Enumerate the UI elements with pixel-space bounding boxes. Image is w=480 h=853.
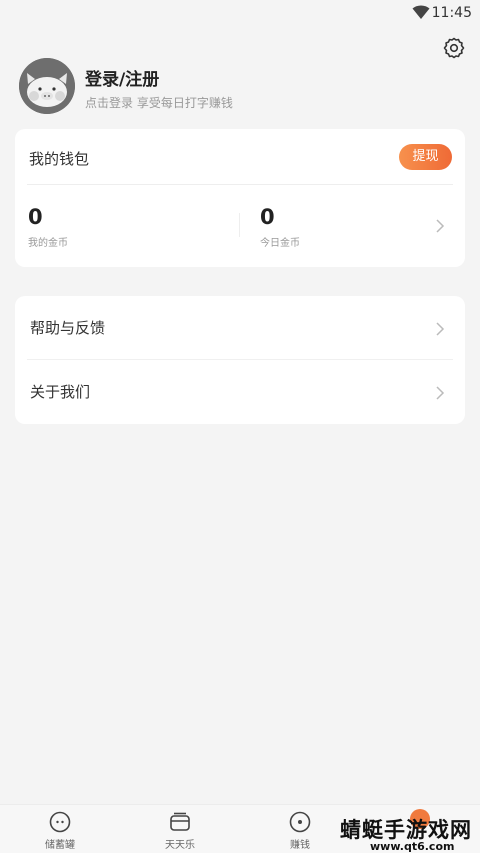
menu-item-label: 关于我们 xyxy=(30,383,91,401)
my-coins-label: 我的金币 xyxy=(28,238,68,249)
wifi-icon xyxy=(412,5,430,19)
menu-item-label: 帮助与反馈 xyxy=(30,319,106,337)
nav-label: 天天乐 xyxy=(165,840,195,851)
status-bar: 11:45 xyxy=(0,0,480,26)
today-coins-label: 今日金币 xyxy=(260,238,300,249)
gear-icon[interactable] xyxy=(442,36,466,60)
withdraw-button[interactable]: 提现 xyxy=(399,144,452,170)
chevron-right-icon xyxy=(436,322,445,336)
wallet-card: 我的钱包 提现 0 我的金币 0 今日金币 xyxy=(15,129,465,267)
nav-label: 赚钱 xyxy=(290,840,310,851)
watermark-url: www.qt6.com xyxy=(370,840,455,853)
pig-avatar-image xyxy=(19,58,75,114)
piggy-bank-icon xyxy=(49,811,71,833)
menu-item-help-feedback[interactable]: 帮助与反馈 xyxy=(15,296,465,360)
nav-item-piggy-bank[interactable]: 储蓄罐 xyxy=(20,805,100,853)
coin-circle-icon xyxy=(289,811,311,833)
login-title[interactable]: 登录/注册 xyxy=(85,65,159,90)
status-time: 11:45 xyxy=(431,5,472,21)
nav-label: 储蓄罐 xyxy=(45,840,75,851)
my-coins-value: 0 xyxy=(28,205,43,229)
card-icon xyxy=(170,812,190,831)
pig-avatar[interactable] xyxy=(19,58,75,114)
login-profile[interactable]: 登录/注册 点击登录 享受每日打字赚钱 xyxy=(19,58,319,116)
wallet-title: 我的钱包 xyxy=(29,150,90,168)
today-coins-stat[interactable]: 0 今日金币 xyxy=(260,205,300,249)
menu-card: 帮助与反馈 关于我们 xyxy=(15,296,465,424)
menu-item-about-us[interactable]: 关于我们 xyxy=(15,360,465,424)
screen: 11:45 登录/注册 点击登录 享受每日打字赚钱 我的钱包 提现 0 我的金币… xyxy=(0,0,480,853)
divider xyxy=(27,184,453,185)
login-subtitle: 点击登录 享受每日打字赚钱 xyxy=(85,96,233,110)
watermark: 蜻蜓手游戏网 www.qt6.com xyxy=(338,814,478,853)
nav-item-earn[interactable]: 赚钱 xyxy=(260,805,340,853)
today-coins-value: 0 xyxy=(260,205,275,229)
chevron-right-icon xyxy=(436,386,445,400)
divider xyxy=(239,213,240,237)
nav-item-tiantianle[interactable]: 天天乐 xyxy=(140,805,220,853)
chevron-right-icon[interactable] xyxy=(435,218,445,234)
my-coins-stat[interactable]: 0 我的金币 xyxy=(28,205,68,249)
